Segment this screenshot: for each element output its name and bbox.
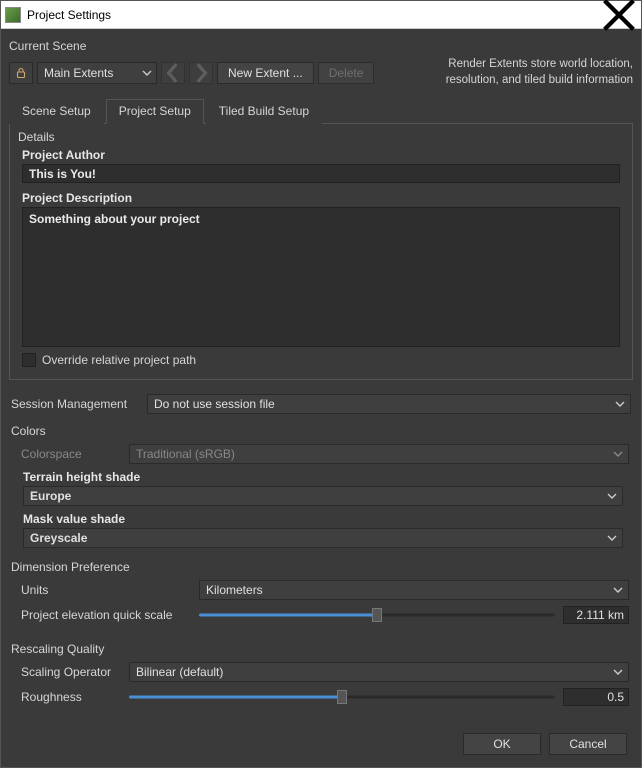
scaling-operator-row: Scaling Operator Bilinear (default)	[21, 662, 629, 682]
units-select-value: Kilometers	[206, 583, 263, 597]
dimension-title: Dimension Preference	[11, 560, 631, 574]
tab-project-setup[interactable]: Project Setup	[106, 99, 204, 124]
colorspace-select: Traditional (sRGB)	[129, 444, 629, 464]
extent-select-value: Main Extents	[44, 66, 113, 80]
units-row: Units Kilometers	[21, 580, 629, 600]
project-settings-window: Project Settings Current Scene Main Exte…	[0, 0, 642, 768]
colorspace-row: Colorspace Traditional (sRGB)	[13, 444, 629, 464]
slider-thumb[interactable]	[337, 690, 347, 704]
mask-shade-value: Greyscale	[30, 531, 87, 545]
scaling-operator-label: Scaling Operator	[21, 665, 121, 679]
details-group: Details Project Author Project Descripti…	[9, 124, 633, 380]
new-extent-button[interactable]: New Extent ...	[217, 62, 314, 84]
override-path-label: Override relative project path	[42, 353, 196, 367]
scaling-operator-select[interactable]: Bilinear (default)	[129, 662, 629, 682]
roughness-value[interactable]: 0.5	[563, 688, 629, 706]
terrain-shade-value: Europe	[30, 489, 71, 503]
units-select[interactable]: Kilometers	[199, 580, 629, 600]
elevation-scale-value[interactable]: 2.111 km	[563, 606, 629, 624]
extent-hint: Render Extents store world location, res…	[446, 57, 633, 88]
tab-scene-setup[interactable]: Scene Setup	[9, 99, 104, 124]
rescaling-title: Rescaling Quality	[11, 642, 631, 656]
session-row: Session Management Do not use session fi…	[11, 394, 631, 414]
description-label: Project Description	[22, 191, 624, 205]
session-label: Session Management	[11, 397, 139, 411]
elevation-scale-slider[interactable]	[199, 607, 555, 623]
prev-extent-button[interactable]	[161, 62, 185, 84]
mask-shade-select[interactable]: Greyscale	[23, 528, 623, 548]
close-icon	[601, 0, 637, 33]
chevron-down-icon	[615, 399, 625, 409]
units-label: Units	[21, 583, 191, 597]
ok-button[interactable]: OK	[463, 733, 541, 755]
override-path-row: Override relative project path	[22, 353, 620, 367]
chevron-down-icon	[613, 585, 623, 595]
colors-title: Colors	[11, 424, 631, 438]
cancel-button[interactable]: Cancel	[549, 733, 627, 755]
lock-icon	[15, 67, 27, 79]
slider-fill	[199, 614, 377, 617]
current-scene-label: Current Scene	[9, 39, 633, 53]
delete-extent-button: Delete	[318, 62, 375, 84]
dialog-footer: OK Cancel	[9, 727, 633, 759]
roughness-row: Roughness 0.5	[21, 688, 629, 706]
elevation-scale-label: Project elevation quick scale	[21, 608, 191, 622]
chevron-down-icon	[142, 68, 152, 78]
colors-group: Colors Colorspace Traditional (sRGB) Ter…	[9, 420, 633, 556]
chevron-down-icon	[607, 533, 617, 543]
window-title: Project Settings	[27, 8, 601, 22]
dimension-group: Dimension Preference Units Kilometers Pr…	[9, 556, 633, 638]
rescaling-group: Rescaling Quality Scaling Operator Bilin…	[9, 638, 633, 720]
session-select-value: Do not use session file	[154, 397, 275, 411]
app-icon	[5, 7, 21, 23]
mask-shade-label: Mask value shade	[23, 512, 627, 526]
colorspace-select-value: Traditional (sRGB)	[136, 447, 235, 461]
roughness-slider[interactable]	[129, 689, 555, 705]
scaling-operator-value: Bilinear (default)	[136, 665, 223, 679]
roughness-label: Roughness	[21, 690, 121, 704]
extent-toolbar: Main Extents New Extent ... Delete Rende…	[9, 57, 633, 88]
colorspace-label: Colorspace	[21, 447, 121, 461]
override-path-checkbox[interactable]	[22, 353, 36, 367]
elevation-scale-row: Project elevation quick scale 2.111 km	[21, 606, 629, 624]
tabs: Scene Setup Project Setup Tiled Build Se…	[9, 98, 633, 124]
tab-tiled-build-setup[interactable]: Tiled Build Setup	[206, 99, 322, 124]
chevron-left-icon	[162, 62, 184, 84]
close-button[interactable]	[601, 1, 637, 28]
description-input[interactable]: Something about your project	[22, 207, 620, 347]
titlebar: Project Settings	[1, 1, 641, 29]
next-extent-button[interactable]	[189, 62, 213, 84]
slider-fill	[129, 696, 342, 699]
session-select[interactable]: Do not use session file	[147, 394, 631, 414]
slider-thumb[interactable]	[372, 608, 382, 622]
chevron-down-icon	[613, 449, 623, 459]
chevron-right-icon	[190, 62, 212, 84]
author-input[interactable]	[22, 164, 620, 183]
terrain-shade-select[interactable]: Europe	[23, 486, 623, 506]
terrain-shade-label: Terrain height shade	[23, 470, 627, 484]
details-title: Details	[18, 130, 624, 144]
extent-select[interactable]: Main Extents	[37, 62, 157, 84]
lock-extent-button[interactable]	[9, 62, 33, 84]
author-label: Project Author	[22, 148, 624, 162]
chevron-down-icon	[607, 491, 617, 501]
chevron-down-icon	[613, 667, 623, 677]
